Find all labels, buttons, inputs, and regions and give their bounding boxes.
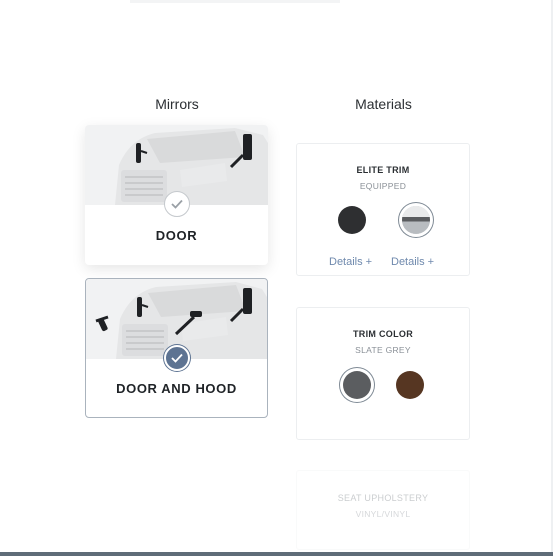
mirror-option-label: DOOR AND HOOD	[116, 381, 237, 396]
bottom-bar	[0, 552, 553, 556]
mirrors-heading: Mirrors	[155, 96, 199, 112]
black-swatch[interactable]	[338, 206, 366, 234]
brown-swatch[interactable]	[396, 371, 424, 399]
material-subtitle: EQUIPPED	[359, 181, 407, 191]
top-divider	[130, 0, 340, 3]
slate-grey-swatch[interactable]	[343, 371, 371, 399]
material-subtitle: SLATE GREY	[355, 345, 411, 355]
mirror-option-door-and-hood[interactable]: DOOR AND HOOD	[85, 278, 268, 418]
material-title: TRIM COLOR	[353, 329, 413, 339]
material-title: ELITE TRIM	[356, 165, 410, 175]
black-silver-swatch[interactable]	[402, 206, 430, 234]
mirror-option-label: DOOR	[155, 228, 198, 243]
material-card-seat-upholstery: SEAT UPHOLSTERY VINYL/VINYL	[296, 470, 470, 550]
materials-heading: Materials	[355, 96, 412, 112]
material-card-trim-color: TRIM COLOR SLATE GREY	[296, 307, 470, 440]
material-card-elite-trim: ELITE TRIM EQUIPPED Details + Details +	[296, 143, 470, 276]
selected-check-icon	[163, 345, 190, 371]
material-title: SEAT UPHOLSTERY	[337, 493, 429, 503]
unselected-check-icon	[163, 191, 190, 217]
details-link[interactable]: Details +	[391, 256, 434, 268]
mirror-option-door[interactable]: DOOR	[85, 125, 268, 265]
details-link[interactable]: Details +	[329, 256, 372, 268]
material-subtitle: VINYL/VINYL	[355, 509, 411, 519]
